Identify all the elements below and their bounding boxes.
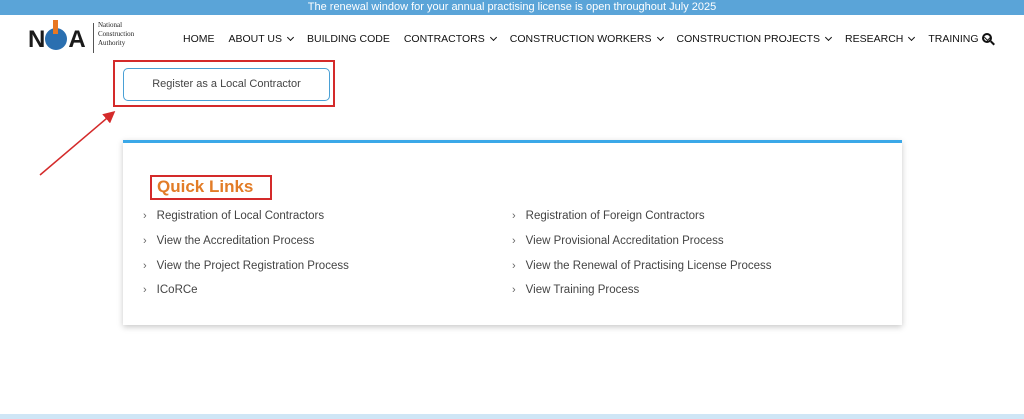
nca-logo[interactable]: NA National Construction Authority	[28, 19, 168, 59]
quick-link-item[interactable]: › View Training Process	[512, 284, 639, 296]
nav-building-code[interactable]: BUILDING CODE	[307, 33, 390, 45]
nav-home-label: HOME	[183, 33, 215, 45]
search-icon[interactable]	[982, 33, 995, 46]
search-icon-handle	[990, 40, 995, 46]
quick-link-label: View Training Process	[525, 284, 640, 296]
quick-link-label: View the Accreditation Process	[156, 235, 315, 247]
chevron-down-icon	[824, 33, 833, 42]
quick-link-label: Registration of Local Contractors	[156, 210, 325, 222]
site-header: NA National Construction Authority HOME …	[0, 15, 1024, 63]
nav-about-us-label: ABOUT US	[228, 33, 282, 45]
nav-construction-workers[interactable]: CONSTRUCTION WORKERS	[509, 33, 664, 45]
nav-building-code-label: BUILDING CODE	[306, 33, 390, 45]
quick-link-label: View Provisional Accreditation Process	[525, 235, 724, 247]
nav-research-label: RESEARCH	[845, 33, 904, 45]
chevron-right-icon: ›	[512, 210, 516, 222]
logo-text: National Construction Authority	[98, 21, 134, 48]
quick-link-item[interactable]: › View Provisional Accreditation Process	[512, 235, 724, 247]
nav-home[interactable]: HOME	[183, 33, 215, 45]
quick-link-item[interactable]: › View the Renewal of Practising License …	[512, 260, 772, 272]
chevron-down-icon	[908, 33, 916, 42]
quick-link-label: View the Project Registration Process	[156, 260, 349, 272]
chevron-right-icon: ›	[143, 210, 147, 222]
chevron-right-icon: ›	[143, 260, 147, 272]
logo-mark: NA	[28, 20, 86, 53]
nav-contractors-label: CONTRACTORS	[403, 33, 485, 45]
chevron-down-icon	[489, 33, 497, 42]
chevron-right-icon: ›	[143, 235, 147, 247]
quick-link-label: Registration of Foreign Contractors	[525, 210, 705, 222]
main-nav: HOME ABOUT US BUILDING CODE CONTRACTORS …	[183, 32, 1004, 46]
quick-links-card	[123, 140, 902, 325]
nav-training-label: TRAINING	[928, 33, 979, 45]
chevron-right-icon: ›	[143, 284, 147, 296]
nav-about-us[interactable]: ABOUT US	[228, 33, 295, 45]
chevron-down-icon	[656, 33, 664, 42]
quick-link-label: View the Renewal of Practising License P…	[525, 260, 772, 272]
chevron-right-icon: ›	[512, 284, 516, 296]
quick-links-title: Quick Links	[157, 177, 254, 196]
chevron-right-icon: ›	[512, 260, 516, 272]
chevron-down-icon	[286, 33, 295, 42]
register-local-contractor-button[interactable]: Register as a Local Contractor	[123, 68, 330, 101]
quick-link-item[interactable]: › View the Accreditation Process	[143, 235, 314, 247]
quick-link-label: ICoRCe	[156, 284, 198, 296]
logo-divider	[93, 23, 94, 53]
quick-link-item[interactable]: › ICoRCe	[143, 284, 198, 296]
announcement-banner: The renewal window for your annual pract…	[0, 0, 1024, 15]
quick-link-item[interactable]: › Registration of Local Contractors	[143, 210, 324, 222]
nav-research[interactable]: RESEARCH	[845, 33, 916, 45]
logo-line1: National	[98, 21, 123, 29]
logo-line2: Construction	[98, 30, 135, 38]
quick-link-item[interactable]: › View the Project Registration Process	[143, 260, 349, 272]
arrow-to-register	[39, 111, 116, 176]
page: The renewal window for your annual pract…	[0, 0, 1024, 419]
nav-contractors[interactable]: CONTRACTORS	[403, 33, 497, 45]
footer-divider	[0, 414, 1024, 419]
chevron-right-icon: ›	[512, 235, 516, 247]
nav-construction-workers-label: CONSTRUCTION WORKERS	[509, 33, 652, 45]
logo-line3: Authority	[98, 39, 126, 47]
logo-o-icon	[45, 20, 68, 50]
nav-construction-projects[interactable]: CONSTRUCTION PROJECTS	[676, 33, 833, 45]
nav-training[interactable]: TRAINING	[928, 33, 991, 45]
nav-construction-projects-label: CONSTRUCTION PROJECTS	[676, 33, 821, 45]
quick-link-item[interactable]: › Registration of Foreign Contractors	[512, 210, 705, 222]
